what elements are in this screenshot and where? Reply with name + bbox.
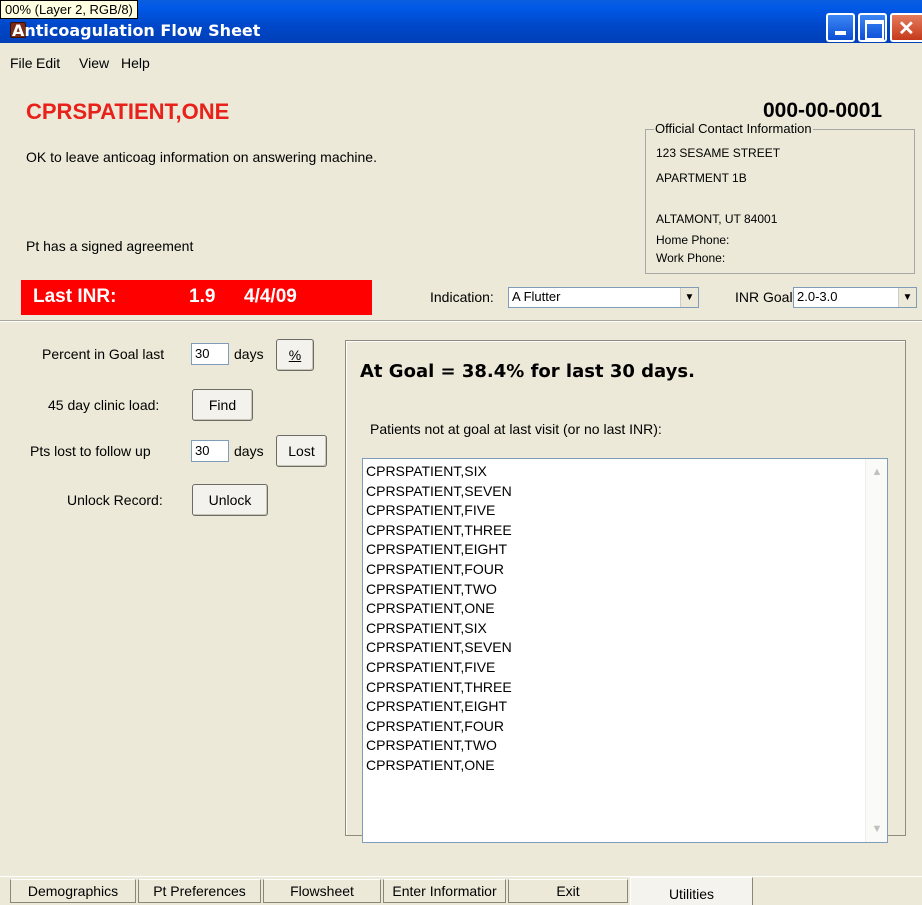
address-city-state: ALTAMONT, UT 84001 bbox=[656, 212, 778, 226]
clinic-load-label: 45 day clinic load: bbox=[48, 397, 160, 413]
list-item[interactable]: CPRSPATIENT,SEVEN bbox=[366, 638, 512, 658]
list-item[interactable]: CPRSPATIENT,THREE bbox=[366, 521, 512, 541]
patient-list-items: CPRSPATIENT,SIX CPRSPATIENT,SEVEN CPRSPATI… bbox=[366, 462, 512, 776]
patients-not-at-goal-list[interactable]: CPRSPATIENT,SIX CPRSPATIENT,SEVEN CPRSPATI… bbox=[362, 458, 888, 843]
percent-days-input[interactable]: 30 bbox=[191, 343, 229, 365]
patient-name: CPRSPATIENT,ONE bbox=[26, 99, 230, 124]
scroll-up-icon[interactable]: ▲ bbox=[868, 463, 886, 481]
tab-bar: Demographics Pt Preferences Flowsheet En… bbox=[0, 876, 922, 905]
not-at-goal-caption: Patients not at goal at last visit (or n… bbox=[370, 421, 662, 437]
lost-days-unit: days bbox=[234, 443, 264, 459]
indication-select[interactable]: A Flutter ▼ bbox=[508, 287, 699, 308]
menu-help[interactable]: Help bbox=[121, 55, 150, 71]
last-inr-banner: Last INR: 1.9 4/4/09 bbox=[21, 280, 372, 315]
utilities-panel: Percent in Goal last 30 days % 45 day cl… bbox=[0, 322, 922, 876]
address-line-1: 123 SESAME STREET bbox=[656, 146, 781, 160]
minimize-button[interactable] bbox=[826, 13, 855, 42]
list-item[interactable]: CPRSPATIENT,ONE bbox=[366, 756, 512, 776]
percent-in-goal-label: Percent in Goal last bbox=[42, 346, 165, 362]
goal-results-panel: At Goal = 38.4% for last 30 days. Patien… bbox=[345, 340, 906, 843]
list-item[interactable]: CPRSPATIENT,FOUR bbox=[366, 717, 512, 737]
tab-exit[interactable]: Exit bbox=[508, 879, 628, 903]
tab-demographics[interactable]: Demographics bbox=[10, 879, 136, 903]
lost-button[interactable]: Lost bbox=[276, 435, 327, 467]
address-line-2: APARTMENT 1B bbox=[656, 171, 747, 185]
patient-ssn: 000-00-0001 bbox=[763, 99, 883, 122]
list-item[interactable]: CPRSPATIENT,SIX bbox=[366, 619, 512, 639]
contact-info-legend: Official Contact Information bbox=[654, 121, 813, 136]
home-phone-label: Home Phone: bbox=[656, 233, 730, 247]
window-title: Anticoagulation Flow Sheet bbox=[12, 21, 261, 40]
list-item[interactable]: CPRSPATIENT,TWO bbox=[366, 580, 512, 600]
last-inr-label: Last INR: bbox=[33, 286, 117, 307]
list-item[interactable]: CPRSPATIENT,EIGHT bbox=[366, 540, 512, 560]
percent-button[interactable]: % bbox=[276, 339, 314, 371]
percent-days-unit: days bbox=[234, 346, 264, 362]
patient-header: CPRSPATIENT,ONE 000-00-0001 OK to leave … bbox=[0, 83, 922, 320]
work-phone-label: Work Phone: bbox=[656, 251, 726, 265]
tab-utilities[interactable]: Utilities bbox=[630, 877, 753, 905]
tab-pt-preferences[interactable]: Pt Preferences bbox=[138, 879, 261, 903]
unlock-record-label: Unlock Record: bbox=[67, 492, 163, 508]
list-item[interactable]: CPRSPATIENT,FIVE bbox=[366, 501, 512, 521]
unlock-button[interactable]: Unlock bbox=[192, 484, 268, 516]
chevron-down-icon[interactable]: ▼ bbox=[680, 288, 698, 307]
chevron-down-icon[interactable]: ▼ bbox=[898, 288, 916, 307]
close-button[interactable] bbox=[890, 13, 922, 42]
list-item[interactable]: CPRSPATIENT,THREE bbox=[366, 678, 512, 698]
menu-view[interactable]: View bbox=[79, 55, 109, 71]
menu-file[interactable]: File bbox=[10, 55, 33, 71]
at-goal-summary: At Goal = 38.4% for last 30 days. bbox=[360, 361, 695, 382]
list-item[interactable]: CPRSPATIENT,SEVEN bbox=[366, 482, 512, 502]
tab-flowsheet[interactable]: Flowsheet bbox=[263, 879, 381, 903]
inr-goal-value: 2.0-3.0 bbox=[797, 289, 838, 304]
indication-value: A Flutter bbox=[512, 289, 561, 304]
tab-enter-information[interactable]: Enter Informatior bbox=[383, 879, 506, 903]
last-inr-value: 1.9 bbox=[189, 286, 216, 307]
lost-days-input[interactable]: 30 bbox=[191, 440, 229, 462]
title-bar: Anticoagulation Flow Sheet 00% (Layer 2,… bbox=[0, 0, 922, 43]
menu-bar: File Edit View Help bbox=[0, 43, 922, 83]
list-item[interactable]: CPRSPATIENT,ONE bbox=[366, 599, 512, 619]
indication-label: Indication: bbox=[430, 289, 494, 305]
lost-follow-up-label: Pts lost to follow up bbox=[30, 443, 151, 459]
list-scrollbar[interactable]: ▲ ▼ bbox=[865, 459, 887, 842]
list-item[interactable]: CPRSPATIENT,FOUR bbox=[366, 560, 512, 580]
list-item[interactable]: CPRSPATIENT,SIX bbox=[366, 462, 512, 482]
scroll-down-icon[interactable]: ▼ bbox=[868, 820, 886, 838]
find-button[interactable]: Find bbox=[192, 389, 253, 421]
list-item[interactable]: CPRSPATIENT,FIVE bbox=[366, 658, 512, 678]
agreement-note: Pt has a signed agreement bbox=[26, 238, 194, 254]
last-inr-date: 4/4/09 bbox=[244, 286, 297, 307]
maximize-button[interactable] bbox=[858, 13, 887, 42]
layer-tooltip: 00% (Layer 2, RGB/8) bbox=[0, 0, 138, 19]
menu-edit[interactable]: Edit bbox=[36, 55, 60, 71]
contact-info-group: Official Contact Information 123 SESAME … bbox=[645, 121, 915, 274]
list-item[interactable]: CPRSPATIENT,TWO bbox=[366, 736, 512, 756]
list-item[interactable]: CPRSPATIENT,EIGHT bbox=[366, 697, 512, 717]
inr-goal-label: INR Goal: bbox=[735, 289, 797, 305]
answering-machine-note: OK to leave anticoag information on answ… bbox=[26, 149, 377, 165]
inr-goal-select[interactable]: 2.0-3.0 ▼ bbox=[793, 287, 917, 308]
